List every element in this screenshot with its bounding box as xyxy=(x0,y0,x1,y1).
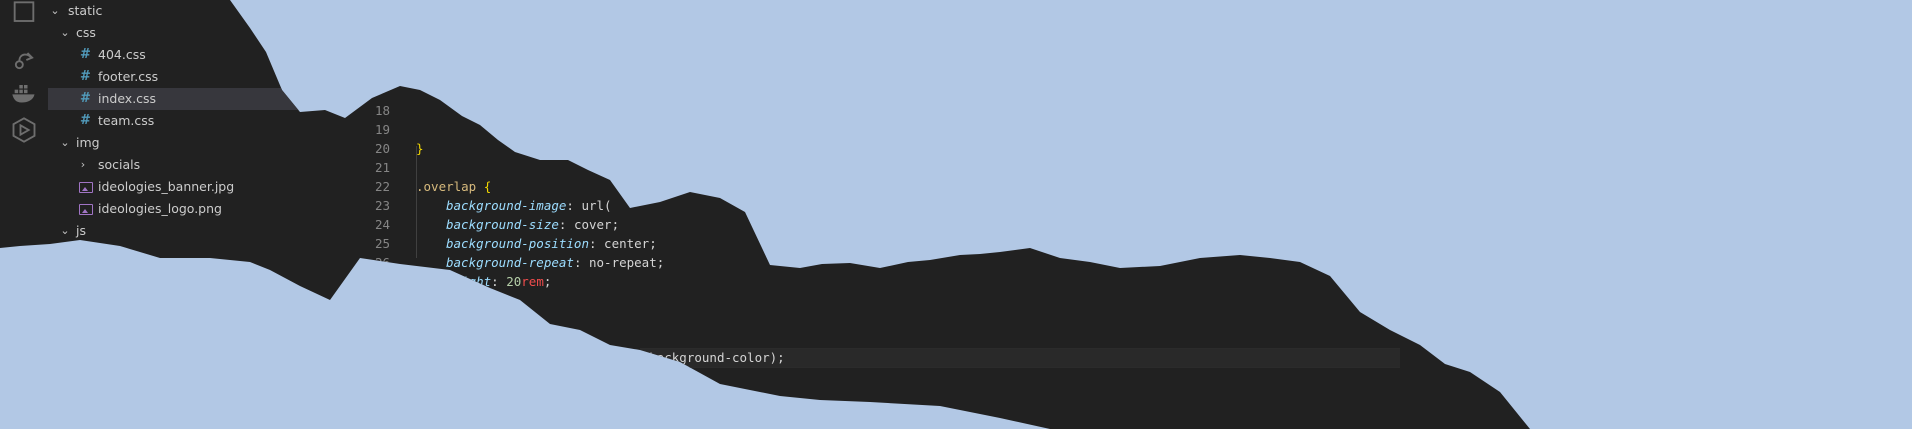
code-line: 21 .overlap { xyxy=(340,139,1530,194)
code-text: solid var(--background-color); xyxy=(551,350,785,365)
code-editor[interactable]: 18 19 } 20 21 .overlap { 22 background-i… xyxy=(340,0,1530,429)
chevron-right-icon: › xyxy=(80,158,86,171)
css-unit: rem xyxy=(528,350,552,365)
screenshot-scene: ⌄ static ⌄ css # 404.css # footer.css # … xyxy=(0,0,1912,429)
tree-item-js-folder[interactable]: ⌄ js xyxy=(48,220,300,242)
css-selector: .logo-overlap xyxy=(416,331,514,346)
tree-item-img-folder[interactable]: ⌄ img xyxy=(48,132,300,154)
tree-item-label: index.css xyxy=(98,91,157,106)
line-number: 31 xyxy=(374,350,390,365)
tree-item-ideologies-banner[interactable]: ideologies_banner.jpg xyxy=(48,176,300,198)
css-property: border-radius xyxy=(446,369,544,384)
tree-item-label: team.css xyxy=(98,113,155,128)
css-property: border xyxy=(446,350,492,365)
code-line: 24 background-position: center; xyxy=(340,196,1530,251)
tree-item-index-css[interactable]: # index.css xyxy=(48,88,300,110)
css-file-icon: # xyxy=(80,91,91,106)
tree-item-static[interactable]: ⌄ static xyxy=(48,0,300,22)
image-file-icon xyxy=(79,204,93,215)
code-line: 19 } xyxy=(340,101,1530,156)
tree-item-label: 404.css xyxy=(98,47,146,62)
tree-item-label: css xyxy=(76,25,96,40)
tree-item-404-css[interactable]: # 404.css xyxy=(48,44,300,66)
code-line: 30 border: .75rem solid var(--background… xyxy=(340,310,1530,365)
indent-guide xyxy=(416,298,417,338)
tree-item-footer-css[interactable]: # footer.css xyxy=(48,66,300,88)
line-number: 29 xyxy=(374,312,390,327)
code-line: 23 background-size: cover; xyxy=(340,177,1530,232)
remote-explorer-icon[interactable] xyxy=(10,46,38,74)
tree-item-ideologies-logo[interactable]: ideologies_logo.png xyxy=(48,198,300,220)
line-number: 30 xyxy=(374,331,390,346)
torn-editor-fragment: ⌄ static ⌄ css # 404.css # footer.css # … xyxy=(0,0,1530,429)
css-file-icon: # xyxy=(80,113,91,128)
tree-item-label: footer.css xyxy=(98,69,159,84)
docker-icon[interactable] xyxy=(10,78,38,106)
tree-item-socials[interactable]: › socials xyxy=(48,154,300,176)
tree-item-label: img xyxy=(76,135,100,150)
chevron-down-icon: ⌄ xyxy=(60,136,70,149)
chevron-down-icon: ⌄ xyxy=(50,4,60,17)
code-line: 22 background-image: url( xyxy=(340,158,1530,213)
css-file-icon: # xyxy=(80,69,91,84)
code-line: 31 border-radius: 50%; xyxy=(340,329,1530,384)
code-line: 27 } xyxy=(340,253,1530,308)
tree-item-label: ideologies_banner.jpg xyxy=(98,179,235,194)
tree-item-label: js xyxy=(76,223,86,238)
code-text: : xyxy=(491,350,507,365)
code-text: } xyxy=(416,293,424,308)
css-number: .75 xyxy=(506,350,529,365)
code-line: 26 height: 20rem; xyxy=(340,234,1530,289)
live-share-icon[interactable] xyxy=(10,116,38,144)
code-line: 29 .logo-overlap { xyxy=(340,291,1530,346)
tree-item-label: static xyxy=(68,3,103,18)
css-file-icon: # xyxy=(80,47,91,62)
tree-item-css-folder[interactable]: ⌄ css xyxy=(48,22,300,44)
image-file-icon xyxy=(79,182,93,193)
tree-item-label: ideologies_logo.png xyxy=(98,201,222,216)
code-text: { xyxy=(513,331,529,346)
code-line: 20 xyxy=(340,120,1530,156)
extensions-icon[interactable] xyxy=(10,0,38,28)
code-text: : 50%; xyxy=(543,369,589,384)
code-line: 25 background-repeat: no-repeat; xyxy=(340,215,1530,270)
chevron-down-icon: ⌄ xyxy=(60,26,70,39)
code-line: 28 xyxy=(340,272,1530,308)
chevron-down-icon: ⌄ xyxy=(60,224,70,237)
tree-item-label: socials xyxy=(98,157,141,172)
activity-bar xyxy=(0,0,48,429)
line-number: 28 xyxy=(374,293,390,308)
explorer-tree: ⌄ static ⌄ css # 404.css # footer.css # … xyxy=(48,0,300,429)
tree-item-team-css[interactable]: # team.css xyxy=(48,110,300,132)
code-line: 18 xyxy=(340,82,1530,118)
